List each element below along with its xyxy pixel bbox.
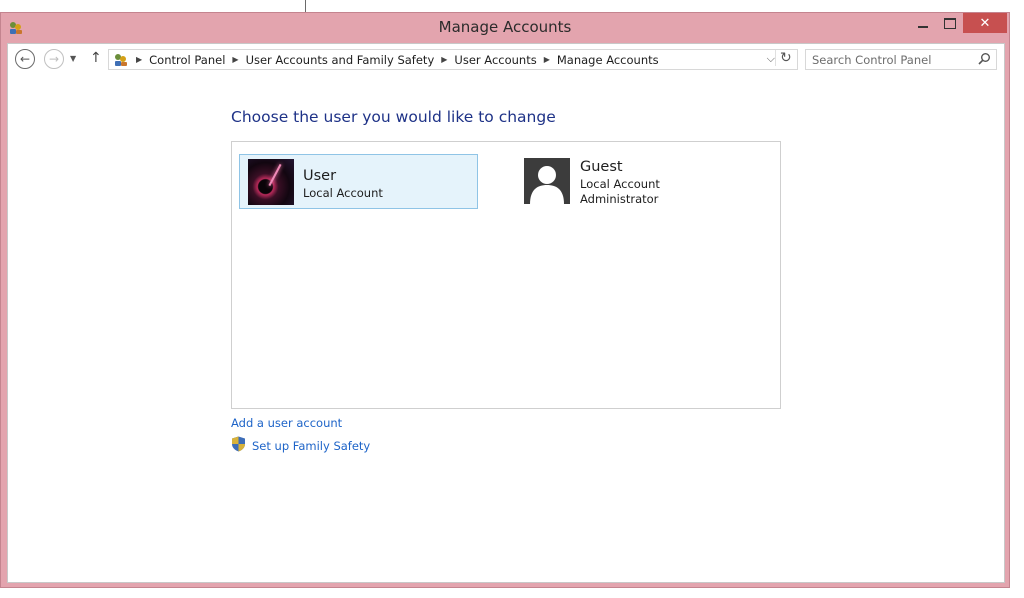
address-dropdown-icon[interactable]: ⌵ [767, 52, 775, 66]
title-bar[interactable]: Manage Accounts ✕ [1, 13, 1009, 43]
breadcrumb-manage-accounts[interactable]: Manage Accounts [557, 53, 659, 67]
search-input[interactable] [806, 50, 976, 69]
back-arrow-icon[interactable]: ← [15, 49, 35, 69]
user-avatar [248, 159, 294, 205]
shield-icon [232, 436, 245, 452]
search-icon[interactable] [977, 52, 991, 66]
navigation-bar: ← → ▼ ↑ ▶ Control Panel ▶ User Accounts … [8, 44, 1004, 76]
minimize-button[interactable] [909, 13, 937, 33]
set-up-family-safety-link[interactable]: Set up Family Safety [252, 439, 370, 453]
accounts-list: User Local Account Guest Local Account A… [231, 141, 781, 409]
breadcrumb-user-accounts[interactable]: User Accounts [454, 53, 536, 67]
account-info: Guest Local Account Administrator [580, 157, 660, 207]
breadcrumb-user-accounts-family-safety[interactable]: User Accounts and Family Safety [246, 53, 435, 67]
maximize-button[interactable] [937, 13, 963, 33]
account-tile-user[interactable]: User Local Account [239, 154, 478, 209]
account-type: Local Account [580, 177, 660, 191]
account-role: Administrator [580, 192, 659, 206]
breadcrumb-separator[interactable]: ▶ [544, 55, 550, 64]
account-type: Local Account [303, 186, 383, 200]
window-title: Manage Accounts [438, 18, 572, 36]
breadcrumb-control-panel[interactable]: Control Panel [149, 53, 225, 67]
refresh-icon[interactable]: ↻ [775, 50, 795, 66]
close-button[interactable]: ✕ [963, 13, 1007, 33]
address-bar[interactable]: ▶ Control Panel ▶ User Accounts and Fami… [108, 49, 798, 70]
add-user-account-link[interactable]: Add a user account [231, 416, 342, 430]
forward-arrow-icon[interactable]: → [44, 49, 64, 69]
recent-locations-button[interactable]: ▼ [70, 54, 76, 63]
guest-avatar-icon [524, 158, 570, 204]
breadcrumb-separator[interactable]: ▶ [441, 55, 447, 64]
control-panel-icon [115, 53, 127, 66]
up-arrow-icon[interactable]: ↑ [90, 50, 102, 66]
account-tile-guest[interactable]: Guest Local Account Administrator [524, 158, 764, 213]
search-box[interactable] [805, 49, 997, 70]
breadcrumb-separator[interactable]: ▶ [136, 55, 142, 64]
breadcrumb-separator[interactable]: ▶ [232, 55, 238, 64]
page-title: Choose the user you would like to change [231, 108, 556, 126]
account-info: User Local Account [303, 166, 383, 201]
account-name: Guest [580, 159, 623, 175]
account-name: User [303, 168, 337, 184]
client-area: ← → ▼ ↑ ▶ Control Panel ▶ User Accounts … [7, 43, 1005, 583]
manage-accounts-window: Manage Accounts ✕ ← → ▼ ↑ ▶ Control Pane… [0, 12, 1010, 588]
